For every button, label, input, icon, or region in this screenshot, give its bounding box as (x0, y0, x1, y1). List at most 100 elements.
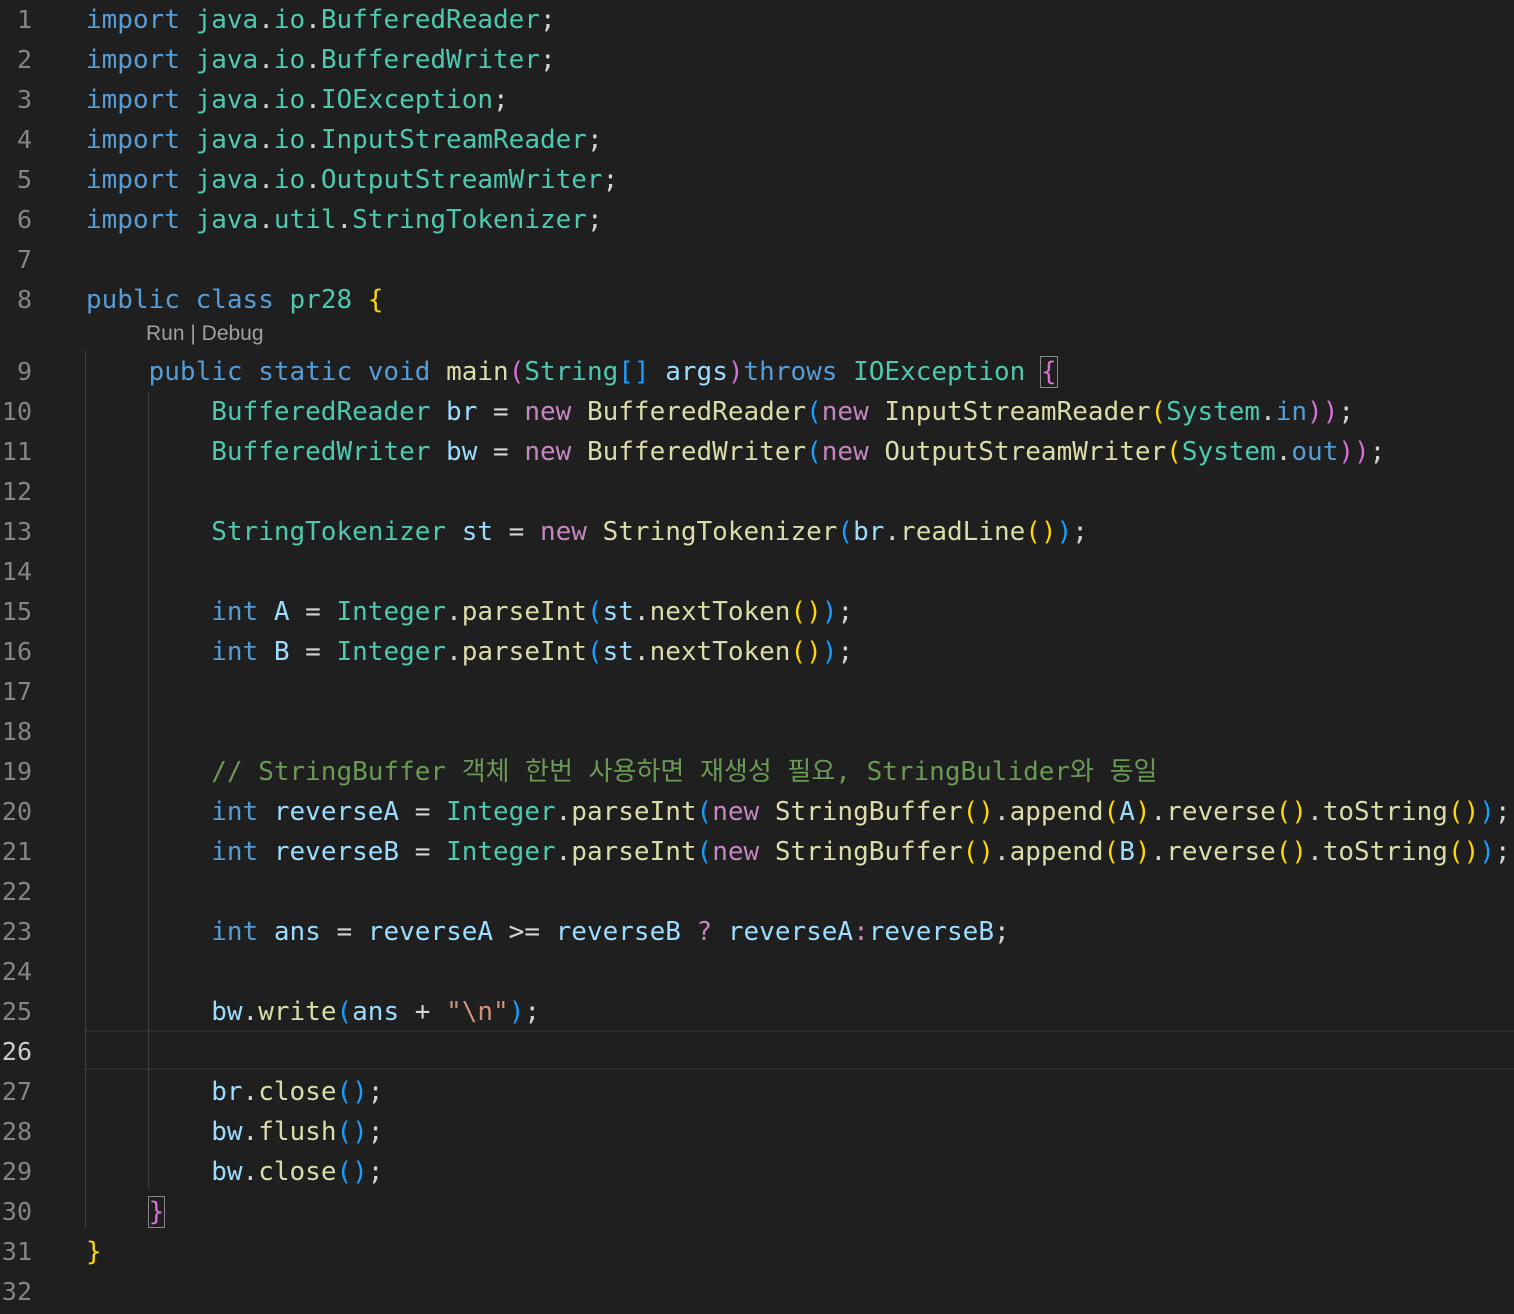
code-token: ( (586, 637, 603, 667)
code-token: br (853, 517, 885, 547)
code-token: void (367, 357, 431, 387)
code-line[interactable]: public static void main(String[] args)th… (86, 352, 1058, 392)
code-token: . (258, 165, 274, 195)
code-token: io (273, 125, 306, 155)
code-token: ( (806, 397, 822, 427)
code-token: ( (586, 597, 603, 627)
code-line[interactable]: import java.io.InputStreamReader; (86, 120, 603, 160)
code-token: io (273, 5, 306, 35)
code-token: import (86, 125, 180, 155)
code-token: A (1119, 797, 1135, 827)
code-token: )) (1307, 397, 1339, 427)
code-editor[interactable]: 1 2 3 4 5 6 7 8 9 10 11 12 13 14 15 16 1… (0, 0, 1514, 1314)
line-number: 11 (1, 437, 32, 466)
code-token: . (555, 797, 572, 827)
code-token: public (148, 357, 243, 387)
code-line[interactable]: BufferedReader br = new BufferedReader(n… (86, 392, 1354, 432)
code-token: in (1275, 397, 1308, 427)
code-line[interactable]: import java.io.BufferedWriter; (86, 40, 556, 80)
code-token: . (242, 1117, 259, 1147)
code-token: . (1307, 837, 1323, 867)
code-comment: // StringBuffer 객체 한번 사용하면 재생성 필요, Strin… (211, 757, 1158, 787)
code-token: nextToken (649, 637, 791, 667)
code-token: ; (539, 45, 556, 75)
code-token: Integer (336, 597, 447, 627)
code-token: st (602, 637, 634, 667)
line-number: 3 (16, 85, 32, 114)
code-token: throws (743, 357, 838, 387)
code-line[interactable]: import java.io.OutputStreamWriter; (86, 160, 618, 200)
code-line[interactable]: } (86, 1192, 166, 1232)
code-token: ; (367, 1157, 384, 1187)
code-token: ( (837, 517, 854, 547)
code-token: ( (1150, 397, 1167, 427)
code-token: import (86, 5, 180, 35)
code-line[interactable]: public class pr28 { (86, 280, 383, 320)
code-token: ( (696, 797, 713, 827)
code-token: toString (1322, 797, 1448, 827)
code-token: = (289, 637, 337, 667)
line-number: 29 (1, 1157, 32, 1186)
code-line[interactable]: import java.io.BufferedReader; (86, 0, 556, 40)
line-number: 30 (1, 1197, 32, 1226)
code-line[interactable]: import java.util.StringTokenizer; (86, 200, 603, 240)
line-number: 15 (1, 597, 32, 626)
line-number: 23 (1, 917, 32, 946)
code-token: reverseB (555, 917, 681, 947)
line-number: 25 (1, 997, 32, 1026)
code-token: io (273, 45, 306, 75)
code-line[interactable]: bw.write(ans + "\n"); (86, 992, 540, 1032)
code-line[interactable]: import java.io.IOException; (86, 80, 509, 120)
code-line[interactable]: int ans = reverseA >= reverseB ? reverse… (86, 912, 1009, 952)
code-token: ) (1056, 517, 1073, 547)
code-token: . (305, 125, 321, 155)
code-token: args (665, 357, 728, 387)
code-token: ( (806, 437, 822, 467)
code-line[interactable]: bw.flush(); (86, 1112, 383, 1152)
code-line[interactable]: int B = Integer.parseInt(st.nextToken())… (86, 632, 853, 672)
code-token: StringTokenizer (211, 517, 447, 547)
code-token: ; (837, 637, 854, 667)
code-token: toString (1322, 837, 1448, 867)
code-line[interactable]: int reverseB = Integer.parseInt(new Stri… (86, 832, 1510, 872)
run-codelens-link[interactable]: Run (146, 322, 185, 345)
code-token: . (633, 597, 650, 627)
debug-codelens-link[interactable]: Debug (202, 322, 264, 345)
code-line[interactable]: BufferedWriter bw = new BufferedWriter(n… (86, 432, 1385, 472)
code-token: write (258, 997, 337, 1027)
code-token: io (273, 165, 306, 195)
code-token: ( (1166, 437, 1182, 467)
code-line[interactable]: br.close(); (86, 1072, 383, 1112)
code-token: BufferedReader (211, 397, 431, 427)
code-line[interactable]: StringTokenizer st = new StringTokenizer… (86, 512, 1088, 552)
code-token: br (211, 1077, 243, 1107)
code-token: import (86, 205, 180, 235)
code-token: main (446, 357, 509, 387)
code-token: StringTokenizer (352, 205, 587, 235)
code-token: { (367, 285, 384, 315)
code-token: import (86, 85, 180, 115)
code-token: . (446, 637, 462, 667)
code-token: parseInt (461, 597, 587, 627)
code-line[interactable]: } (86, 1232, 102, 1272)
code-token: . (258, 85, 274, 115)
code-token: B (1119, 837, 1135, 867)
code-line[interactable]: int reverseA = Integer.parseInt(new Stri… (86, 792, 1510, 832)
code-line[interactable]: bw.close(); (86, 1152, 383, 1192)
code-line[interactable]: // StringBuffer 객체 한번 사용하면 재생성 필요, Strin… (86, 752, 1157, 792)
code-token: . (258, 125, 274, 155)
code-line[interactable]: int A = Integer.parseInt(st.nextToken())… (86, 592, 853, 632)
code-token: Integer (446, 797, 556, 827)
code-token: String (524, 357, 619, 387)
